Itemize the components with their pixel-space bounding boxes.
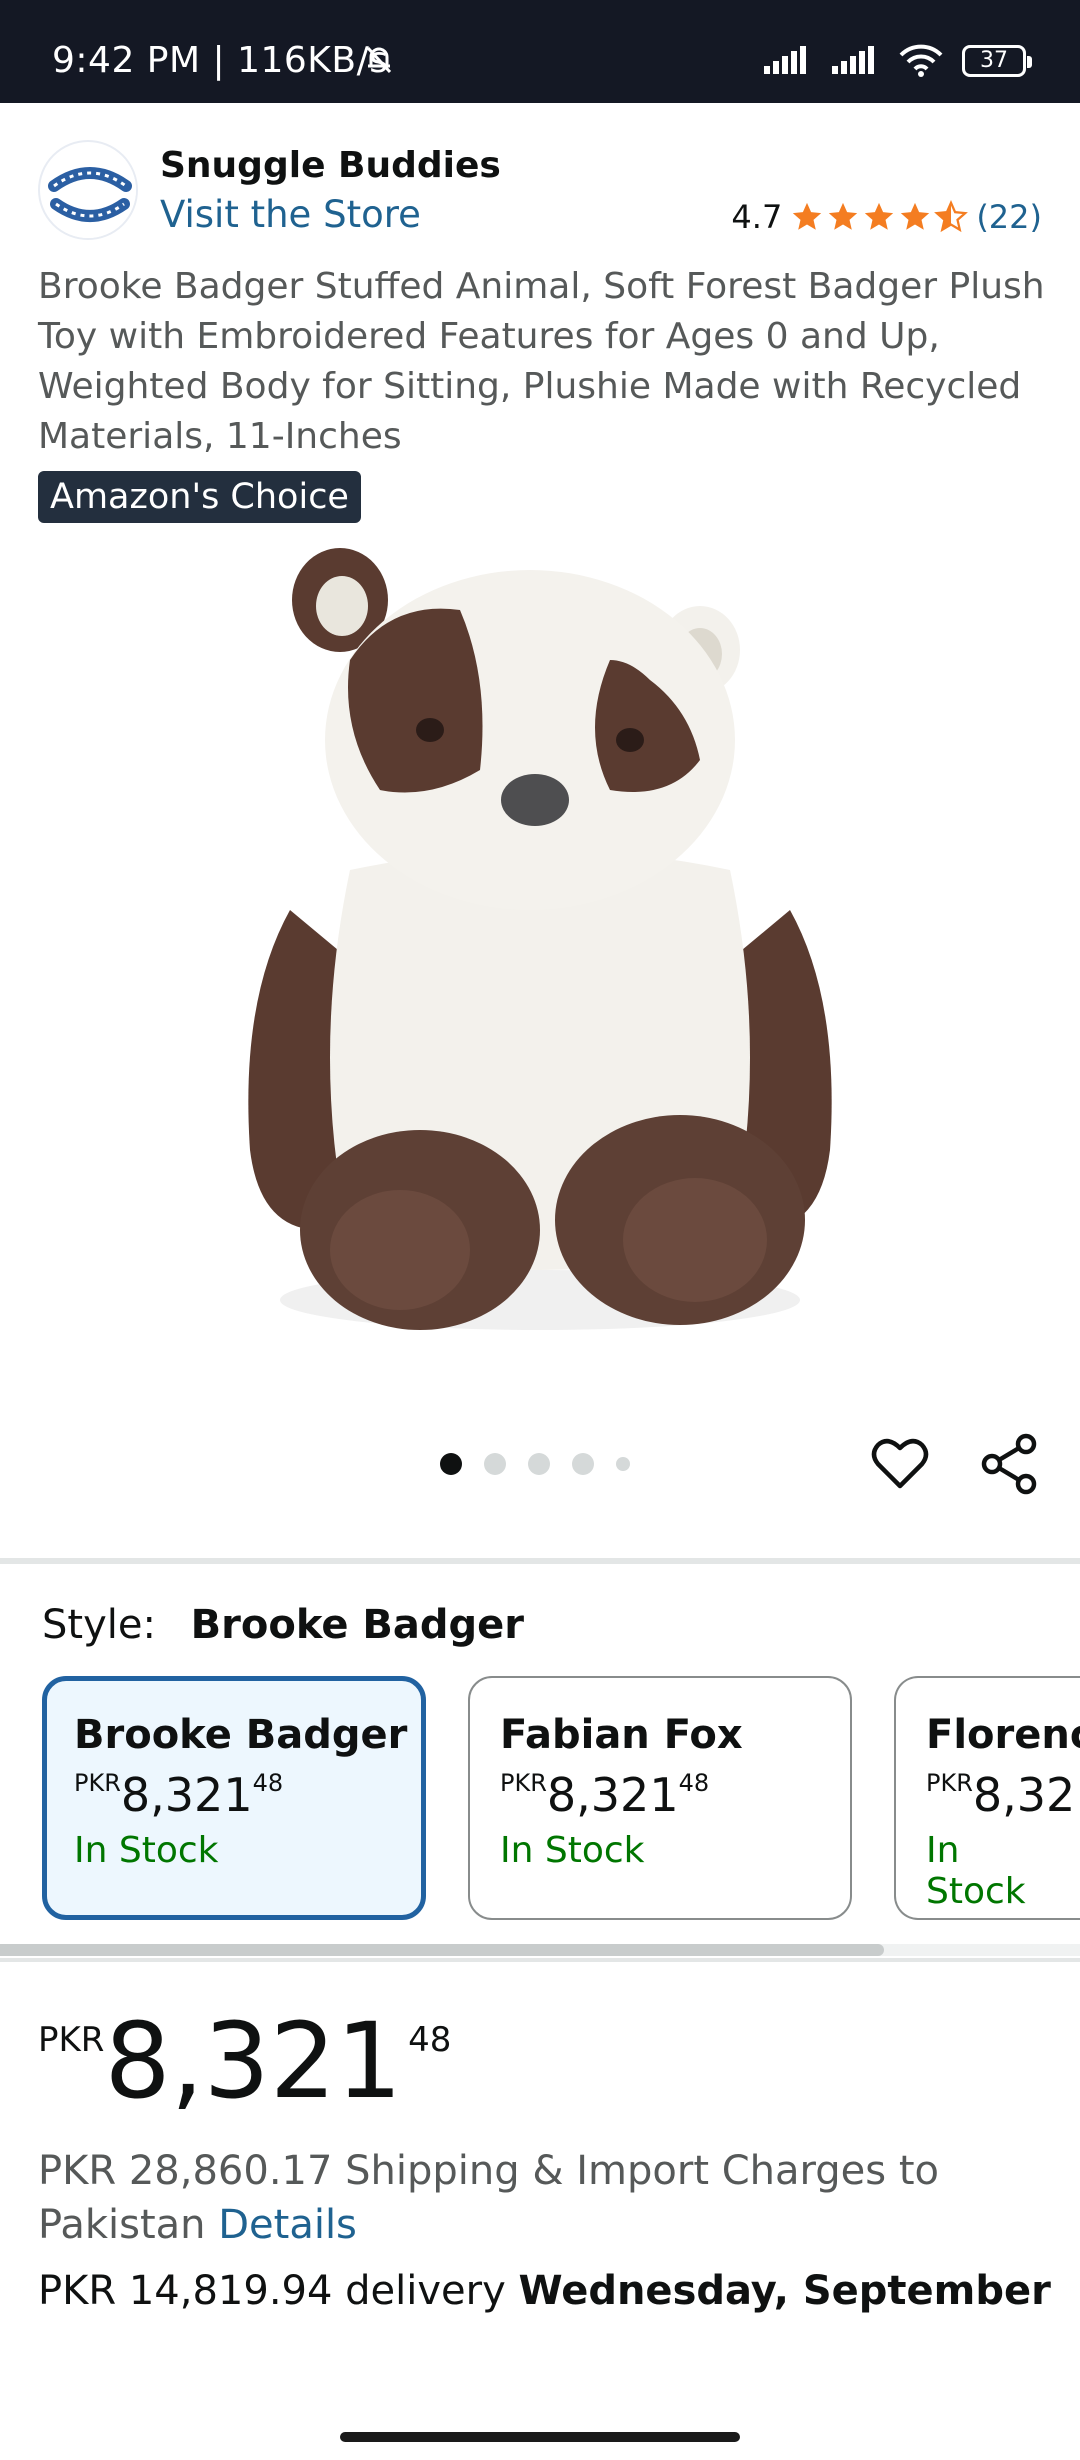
style-option-price: PKR8,32148 — [74, 1768, 394, 1822]
price-fraction: 48 — [408, 2020, 452, 2060]
carousel-dot[interactable] — [572, 1453, 594, 1475]
status-bar: 9:42 PM | 116KB/s 37 — [0, 0, 1080, 103]
signal-icon — [764, 46, 806, 74]
store-logo[interactable] — [38, 140, 138, 240]
amazons-choice-badge: Amazon's Choice — [38, 471, 361, 523]
star-full-icon — [829, 202, 858, 230]
price-currency: PKR — [74, 1769, 121, 1797]
price-currency: PKR — [38, 2020, 105, 2060]
style-option-name: Florence Koala — [926, 1712, 1080, 1758]
wifi-icon — [899, 44, 943, 77]
star-full-icon — [865, 202, 894, 230]
shipping-text: PKR 28,860.17 Shipping & Import Charges … — [38, 2148, 939, 2248]
signal-2-icon — [832, 46, 874, 74]
product-price: PKR8,321 48 — [38, 2006, 451, 2116]
store-name: Snuggle Buddies — [160, 145, 501, 186]
snuggle-buddies-logo — [42, 144, 136, 238]
status-icons: 37 — [366, 44, 1032, 78]
stock-status: In Stock — [926, 1830, 1026, 1912]
style-option-fabian-fox[interactable]: Fabian Fox PKR8,32148 In Stock — [468, 1676, 852, 1920]
product-title: Brooke Badger Stuffed Animal, Soft Fores… — [38, 266, 1045, 457]
carousel-dot[interactable] — [616, 1457, 630, 1471]
delivery-date: Wednesday, September — [518, 2268, 1051, 2314]
stock-status: In Stock — [74, 1830, 219, 1871]
status-time: 9:42 PM | 116KB/s — [52, 40, 389, 81]
stock-status: In Stock — [500, 1830, 645, 1871]
price-currency: PKR — [500, 1769, 547, 1797]
price-whole: 8,321 — [546, 1768, 679, 1822]
carousel-dot[interactable] — [440, 1453, 462, 1475]
star-full-icon — [793, 202, 822, 230]
product-image[interactable] — [230, 540, 850, 1360]
rating-value: 4.7 — [731, 198, 783, 236]
style-option-brooke-badger[interactable]: Brooke Badger PKR8,32148 In Stock — [42, 1676, 426, 1920]
section-divider — [0, 1958, 1080, 1962]
style-selector-header: Style: Brooke Badger — [42, 1602, 524, 1648]
battery-icon: 37 — [962, 45, 1032, 77]
price-whole: 8,321 — [972, 1768, 1080, 1822]
review-count-link[interactable]: (22) — [976, 198, 1042, 236]
style-label: Style: — [42, 1602, 156, 1648]
star-full-icon — [901, 202, 930, 230]
style-option-florence[interactable]: Florence Koala PKR8,32148 In Stock — [894, 1676, 1080, 1920]
price-fraction: 48 — [678, 1769, 710, 1797]
delivery-info: PKR 14,819.94 delivery Wednesday, Septem… — [38, 2264, 1051, 2318]
style-option-name: Fabian Fox — [500, 1712, 743, 1758]
price-whole: 8,321 — [120, 1768, 253, 1822]
style-option-name: Brooke Badger — [74, 1712, 408, 1758]
heart-icon[interactable] — [868, 1432, 932, 1496]
shipping-details-link[interactable]: Details — [218, 2202, 357, 2248]
visit-store-link[interactable]: Visit the Store — [160, 193, 421, 236]
star-half-icon — [934, 200, 969, 233]
price-whole: 8,321 — [104, 2000, 403, 2122]
home-indicator[interactable] — [340, 2432, 740, 2442]
rating-summary[interactable]: 4.7 (22) — [731, 198, 1042, 236]
mute-bell-icon — [366, 46, 392, 74]
section-divider — [0, 1558, 1080, 1564]
shipping-charges: PKR 28,860.17 Shipping & Import Charges … — [38, 2144, 1038, 2252]
price-currency: PKR — [926, 1769, 973, 1797]
delivery-cost: PKR 14,819.94 delivery — [38, 2268, 506, 2314]
image-carousel-dots[interactable] — [440, 1453, 630, 1475]
style-scrollbar[interactable] — [0, 1944, 1080, 1956]
style-option-price: PKR8,32148 — [500, 1768, 820, 1822]
carousel-dot[interactable] — [484, 1453, 506, 1475]
scrollbar-thumb[interactable] — [0, 1944, 884, 1956]
style-option-price: PKR8,32148 — [926, 1768, 1080, 1822]
style-selected-value: Brooke Badger — [190, 1602, 525, 1648]
carousel-dot[interactable] — [528, 1453, 550, 1475]
price-fraction: 48 — [252, 1769, 284, 1797]
share-icon[interactable] — [978, 1432, 1042, 1496]
star-rating — [790, 200, 969, 234]
